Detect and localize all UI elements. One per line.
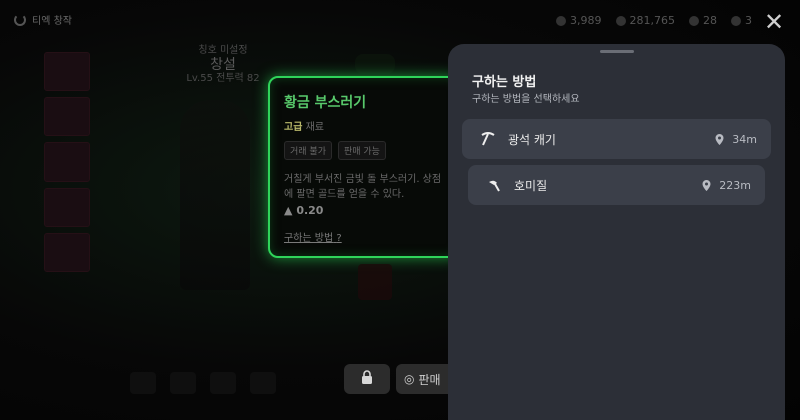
currency-bar: 3,989 281,765 28 3 bbox=[556, 14, 752, 27]
currency-diamond: 28 bbox=[689, 14, 717, 27]
character-level: Lv.55 전투력 82 bbox=[186, 73, 260, 84]
item-grade: 고급 bbox=[284, 122, 303, 133]
item-weight: ▲ 0.20 bbox=[284, 204, 444, 217]
character-label: 칭호 미설정 창설 Lv.55 전투력 82 bbox=[178, 44, 268, 86]
toolbar-slot[interactable] bbox=[250, 372, 276, 394]
item-description: 거칠게 부서진 금빛 돌 부스러기. 상점에 팔면 골드를 얻을 수 있다. bbox=[284, 174, 442, 200]
lock-button[interactable] bbox=[344, 364, 390, 394]
tag-sellable: 판매 가능 bbox=[337, 141, 386, 160]
item-tags: 거래 불가 판매 가능 bbox=[284, 141, 444, 160]
item-bottom-decoration bbox=[358, 264, 392, 300]
how-to-get-label: 구하는 방법 bbox=[284, 233, 334, 244]
option-hoeing-distance: 223m bbox=[702, 179, 751, 192]
sheet-drag-handle[interactable] bbox=[600, 50, 634, 53]
currency-coin: 281,765 bbox=[615, 14, 676, 27]
lock-icon bbox=[361, 370, 373, 388]
toolbar-slot[interactable] bbox=[210, 372, 236, 394]
option-mining[interactable]: 광석 캐기 34m bbox=[462, 119, 771, 159]
item-top-decoration bbox=[355, 54, 395, 74]
option-mining-distance-value: 34m bbox=[732, 132, 757, 146]
sell-coin-icon: ◎ bbox=[404, 372, 415, 386]
option-hoeing[interactable]: 호미질 223m bbox=[468, 165, 765, 205]
gem-icon bbox=[556, 15, 566, 26]
currency-gem: 3,989 bbox=[556, 14, 602, 27]
item-name: 황금 부스러기 bbox=[284, 95, 367, 111]
inventory-slot[interactable] bbox=[44, 52, 90, 92]
sell-button[interactable]: ◎ 판매 bbox=[396, 364, 456, 394]
item-detail-card: 황금 부스러기 고급 재료 거래 불가 판매 가능 거칠게 부서진 금빛 돌 부… bbox=[268, 76, 460, 258]
location-pin-icon bbox=[702, 179, 711, 191]
diamond-icon bbox=[689, 15, 699, 26]
toolbar-slot[interactable] bbox=[170, 372, 196, 394]
character-figure bbox=[180, 100, 250, 290]
option-mining-label: 광석 캐기 bbox=[508, 132, 556, 147]
close-button[interactable]: ✕ bbox=[760, 8, 788, 36]
inventory-slot[interactable] bbox=[44, 187, 90, 227]
option-mining-distance: 34m bbox=[715, 133, 757, 146]
refresh-icon bbox=[14, 13, 26, 26]
toolbar-slot[interactable] bbox=[130, 372, 156, 394]
character-name: 창설 bbox=[210, 57, 236, 73]
sell-label: 판매 bbox=[418, 372, 441, 387]
item-weight-value: 0.20 bbox=[296, 204, 324, 217]
tag-untradable: 거래 불가 bbox=[284, 141, 332, 160]
hoe-icon bbox=[484, 175, 504, 195]
item-type: 재료 bbox=[305, 122, 324, 133]
inventory-slot[interactable] bbox=[44, 97, 90, 137]
pickaxe-icon bbox=[478, 129, 498, 149]
close-icon: ✕ bbox=[763, 8, 785, 36]
coin-icon bbox=[615, 15, 626, 26]
ticket-icon bbox=[731, 15, 741, 26]
location-pin-icon bbox=[715, 133, 724, 145]
weight-icon: ▲ bbox=[284, 204, 293, 217]
top-left-menu[interactable]: 티엑 창작 bbox=[14, 12, 72, 27]
currency-ticket-value: 3 bbox=[745, 14, 752, 27]
bottom-toolbar bbox=[130, 372, 276, 394]
currency-gem-value: 3,989 bbox=[570, 14, 602, 27]
character-title: 칭호 미설정 bbox=[198, 45, 248, 56]
inventory-strip bbox=[44, 52, 90, 273]
sheet-subtitle: 구하는 방법을 선택하세요 bbox=[472, 94, 580, 105]
help-icon: ? bbox=[336, 233, 342, 244]
currency-coin-value: 281,765 bbox=[629, 14, 676, 27]
item-grade-row: 고급 재료 bbox=[284, 118, 444, 133]
sheet-title: 구하는 방법 bbox=[472, 75, 537, 90]
inventory-slot[interactable] bbox=[44, 232, 90, 273]
inventory-slot[interactable] bbox=[44, 142, 90, 182]
currency-ticket: 3 bbox=[731, 14, 752, 27]
currency-diamond-value: 28 bbox=[703, 14, 717, 27]
option-hoeing-label: 호미질 bbox=[514, 178, 548, 193]
acquisition-sheet: 구하는 방법 구하는 방법을 선택하세요 광석 캐기 34m 호미질 223m bbox=[448, 44, 785, 420]
option-hoeing-distance-value: 223m bbox=[719, 178, 751, 192]
how-to-get-link[interactable]: 구하는 방법 ? bbox=[284, 229, 444, 244]
top-left-label: 티엑 창작 bbox=[32, 16, 72, 27]
